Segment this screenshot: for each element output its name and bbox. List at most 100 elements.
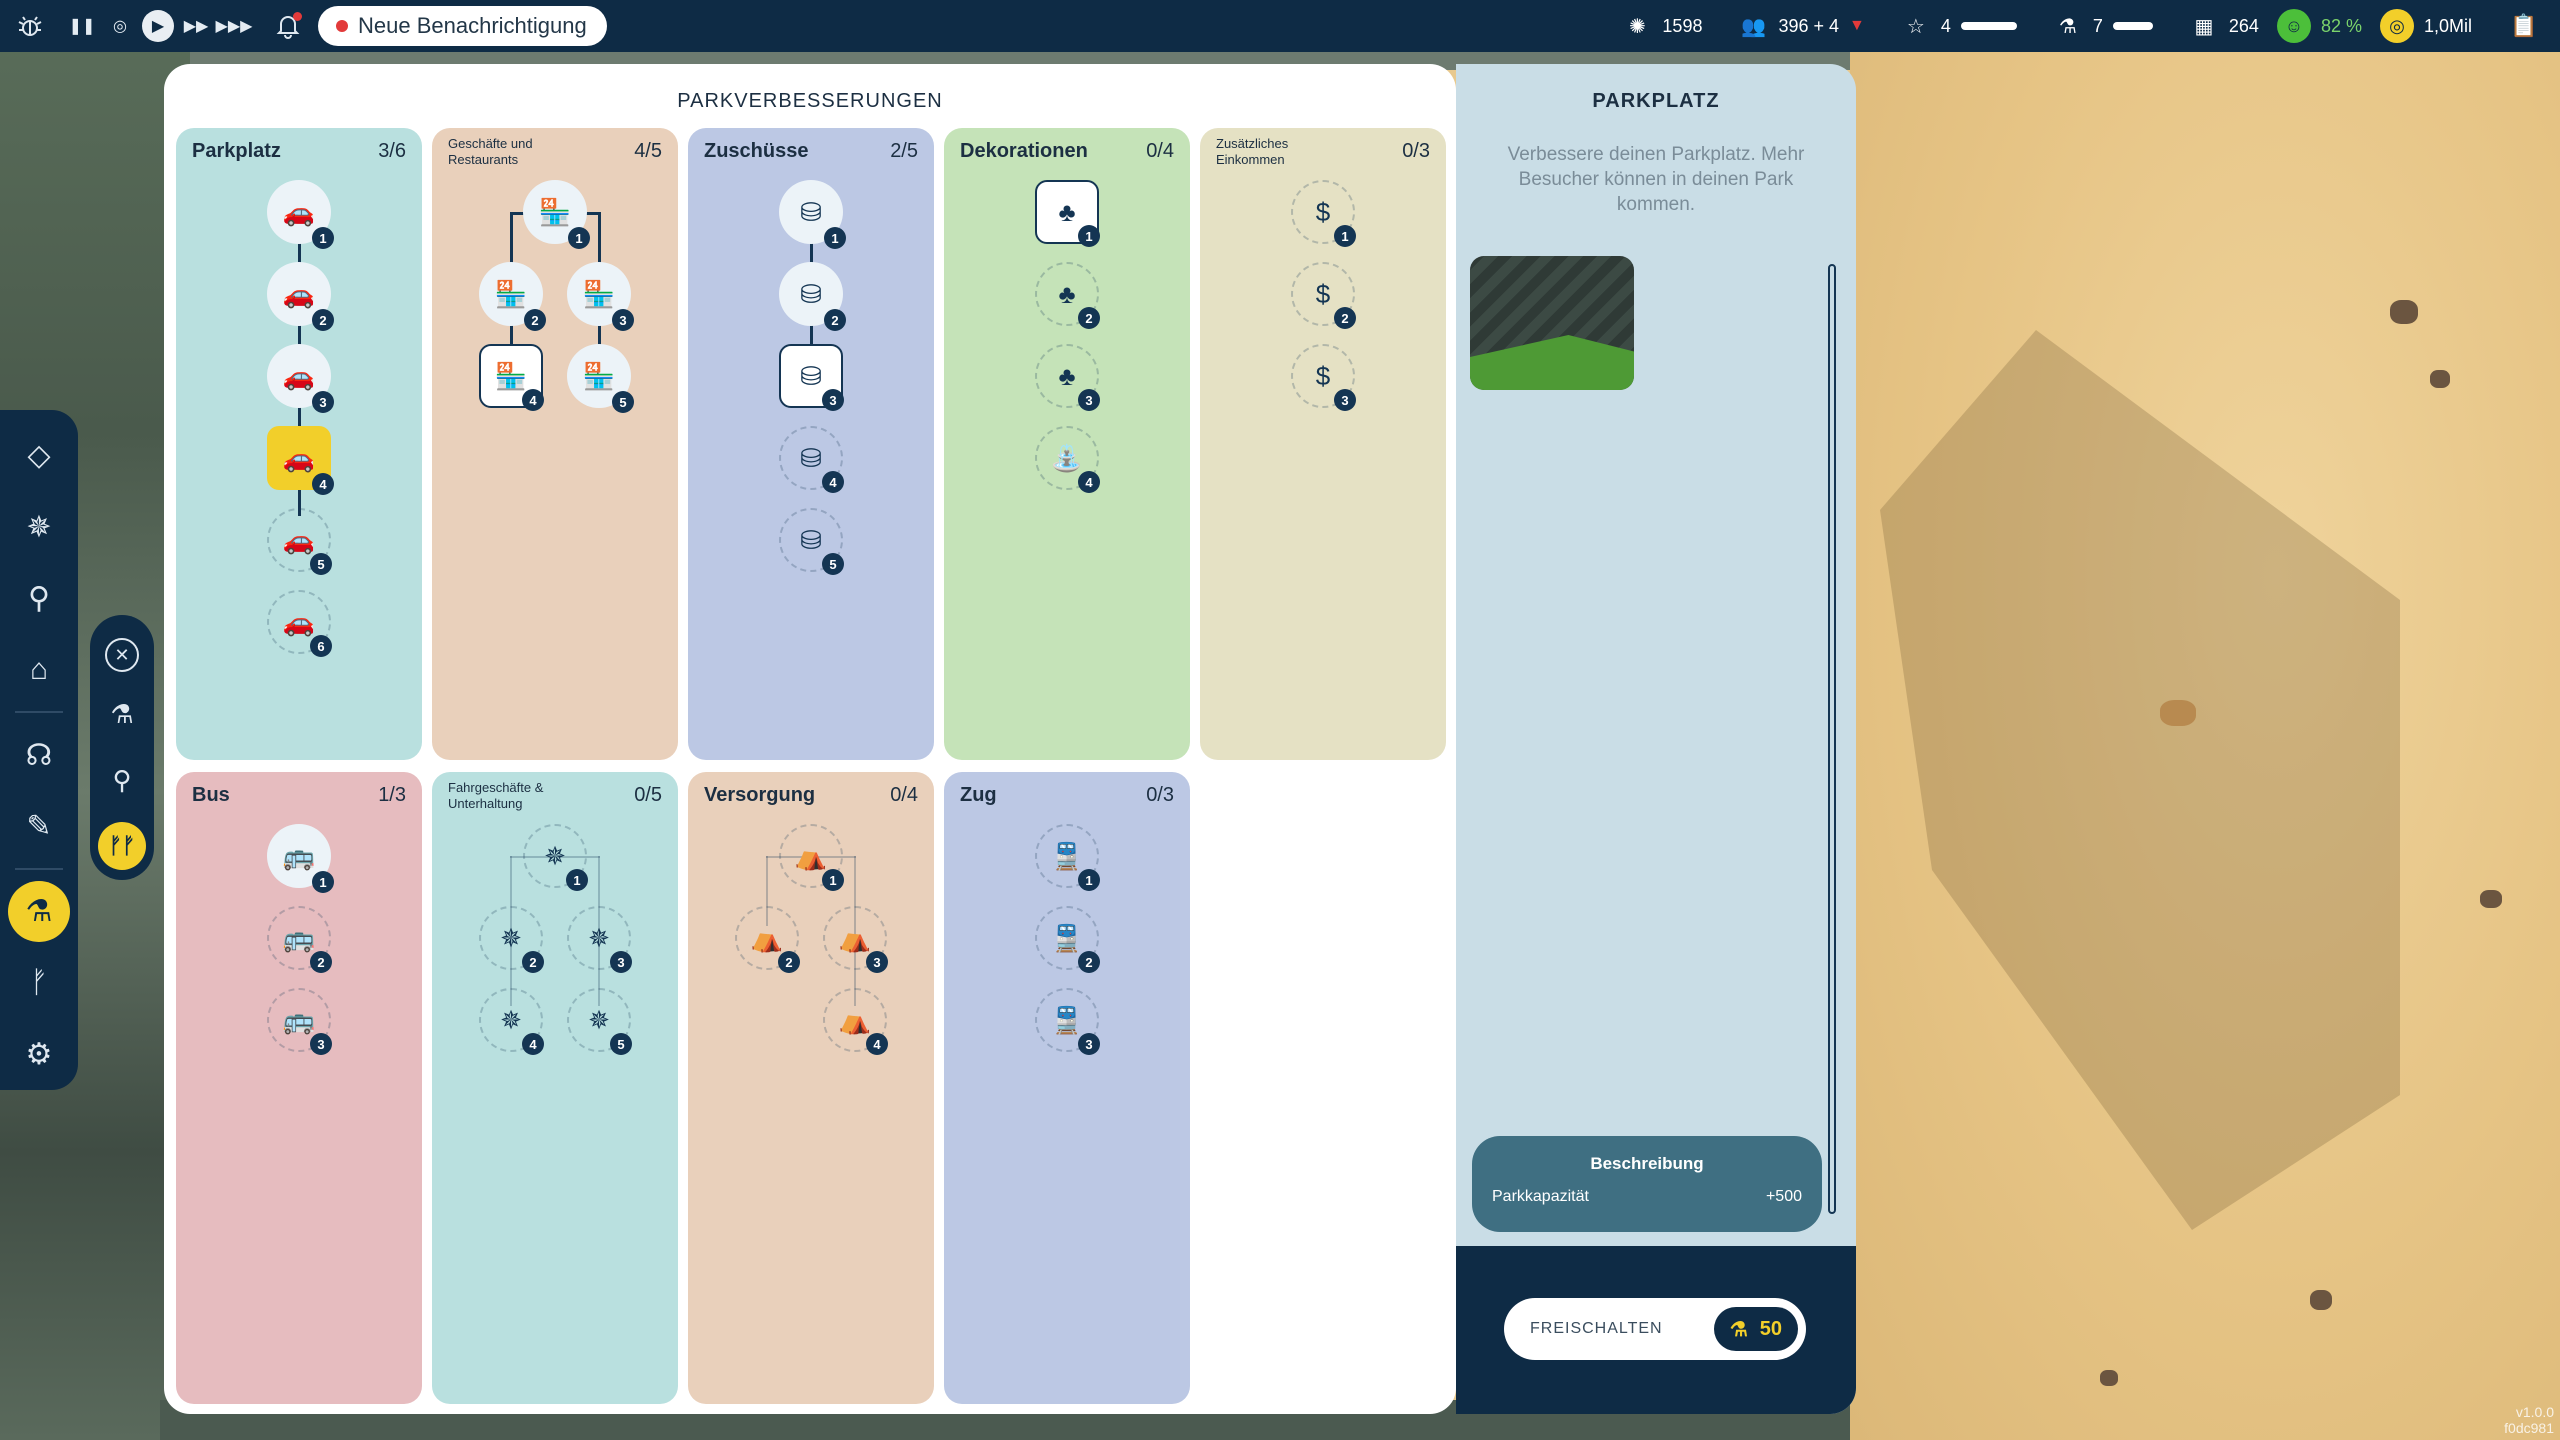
rating-progress-bar: [1960, 22, 2017, 30]
upgrade-node[interactable]: 🏪 4: [479, 344, 544, 411]
pause-button[interactable]: ❚❚: [66, 10, 98, 42]
column-title: Fahrgeschäfte & Unterhaltung: [448, 780, 544, 811]
stat-visitors[interactable]: 👥 396 + 4 ▼: [1738, 11, 1865, 41]
upgrade-node[interactable]: 🏪 2: [479, 262, 546, 331]
rides-icon[interactable]: ✵: [8, 496, 70, 557]
stat-rating[interactable]: ☆ 4: [1901, 11, 2017, 41]
upgrade-node[interactable]: 🚌 1: [267, 824, 334, 893]
research-value: 1598: [1662, 15, 1703, 36]
slow-speed-button[interactable]: ◎: [104, 10, 136, 42]
dollar-icon: $: [1315, 196, 1331, 227]
upgrade-node[interactable]: 🚗 2: [267, 262, 334, 331]
atom-icon: ✺: [1629, 15, 1646, 38]
smiley-icon: ☺: [2276, 9, 2311, 43]
notification-pill[interactable]: Neue Benachrichtigung: [318, 6, 607, 46]
settings-icon[interactable]: ⚙: [8, 1024, 70, 1085]
shops-icon[interactable]: ⌂: [8, 639, 70, 700]
upgrade-node[interactable]: ⛁ 2: [779, 262, 846, 331]
upgrade-node-locked[interactable]: $3: [1291, 344, 1356, 411]
ferris-wheel-icon: ✵: [500, 922, 522, 953]
column-count: 0/4: [890, 784, 918, 806]
upgrade-node[interactable]: 🏪 3: [567, 262, 634, 331]
flask-icon[interactable]: ⚗: [98, 690, 146, 738]
car-icon: 🚗: [282, 360, 316, 391]
decoration-icon[interactable]: ⚲: [8, 568, 70, 629]
column-bus: Bus 1/3 🚌 1 🚌 2 🚌 3: [176, 772, 422, 1404]
park-upgrades-icon[interactable]: ᚠ: [8, 952, 70, 1013]
car-icon: 🚗: [282, 196, 316, 227]
coins-icon: ⛁: [800, 442, 822, 473]
unlock-button[interactable]: FREISCHALTEN ⚗ 50: [1504, 1298, 1806, 1360]
upgrade-node-locked[interactable]: ⛺ 1: [779, 824, 844, 891]
upgrade-node-locked[interactable]: ✵ 2: [479, 906, 544, 973]
column-count: 0/4: [1146, 140, 1174, 162]
upgrade-node-locked[interactable]: 🚌 3: [267, 988, 332, 1055]
upgrade-node-locked[interactable]: $1: [1291, 180, 1356, 247]
day-value: 264: [2228, 15, 2259, 36]
upgrade-node-locked[interactable]: ⛺ 4: [823, 988, 888, 1055]
upgrade-node[interactable]: 🚗 1: [267, 180, 334, 249]
train-icon: 🚆: [1050, 1004, 1084, 1035]
upgrade-node-locked[interactable]: 🚆 1: [1035, 824, 1100, 891]
notification-bell-icon[interactable]: [272, 10, 304, 42]
bug-report-icon[interactable]: [14, 10, 46, 42]
upgrade-node-locked[interactable]: 🚗 5: [267, 508, 332, 575]
upgrade-node[interactable]: 🏪 1: [523, 180, 590, 249]
speed-controls: ❚❚ ◎ ▶ ▶▶ ▶▶▶: [66, 10, 253, 42]
flask-icon: ⚗: [2058, 15, 2077, 38]
paint-brush-icon[interactable]: ✎: [8, 796, 70, 857]
upgrade-node-locked[interactable]: 🚌 2: [267, 906, 332, 973]
column-count: 0/3: [1402, 140, 1430, 162]
tree-icon: ♣: [1058, 196, 1076, 227]
fast-speed-button[interactable]: ▶▶: [180, 10, 212, 42]
flask-icon: ⚗: [1729, 1318, 1748, 1341]
upgrade-node-locked[interactable]: ♣ 3: [1035, 344, 1100, 411]
upgrade-node-locked[interactable]: ⛺ 2: [735, 906, 800, 973]
stat-happiness[interactable]: ☺ 82 %: [2276, 9, 2362, 43]
unlock-cost-value: 50: [1759, 1317, 1782, 1340]
upgrade-node-locked[interactable]: 🚆 2: [1035, 906, 1100, 973]
upgrade-node-locked[interactable]: 🚆 3: [1035, 988, 1100, 1055]
research-icon[interactable]: ⚗: [8, 881, 70, 943]
close-icon[interactable]: ✕: [105, 638, 139, 672]
upgrade-node-locked[interactable]: ⛲ 4: [1035, 426, 1100, 493]
upgrade-node[interactable]: ⛁ 1: [779, 180, 846, 249]
stat-scientists[interactable]: ⚗ 7: [2053, 11, 2153, 41]
paths-icon[interactable]: ◇: [8, 425, 70, 486]
upgrade-node-locked[interactable]: ♣ 2: [1035, 262, 1100, 329]
clipboard-icon[interactable]: 📋: [2508, 10, 2540, 42]
top-bar: ❚❚ ◎ ▶ ▶▶ ▶▶▶ Neue Benachrichtigung ✺ 15…: [0, 0, 2560, 52]
stat-money[interactable]: ◎ 1,0Mil: [2379, 9, 2472, 43]
shop-icon: 🏪: [494, 360, 528, 391]
stat-research-points[interactable]: ✺ 1598: [1622, 11, 1702, 41]
parking-lot-preview-image: [1470, 256, 1634, 390]
upgrade-node[interactable]: ⛁ 3: [779, 344, 844, 411]
play-button[interactable]: ▶: [142, 10, 174, 42]
staff-icon[interactable]: ☊: [8, 724, 70, 785]
upgrade-node-locked[interactable]: $2: [1291, 262, 1356, 329]
coins-icon: ⛁: [800, 278, 822, 309]
upgrade-node-locked[interactable]: ⛺ 3: [823, 906, 888, 973]
scrollbar[interactable]: [1828, 264, 1836, 1214]
upgrade-node[interactable]: ♣ 1: [1035, 180, 1100, 247]
coins-icon: ◎: [2379, 9, 2414, 43]
upgrade-node-locked[interactable]: ⛁ 5: [779, 508, 844, 575]
upgrade-node[interactable]: 🚗 3: [267, 344, 334, 413]
coins-icon: ⛁: [800, 360, 822, 391]
upgrade-node[interactable]: 🏪 5: [567, 344, 634, 413]
upgrade-node-locked[interactable]: ✵ 4: [479, 988, 544, 1055]
upgrade-node-locked[interactable]: ✵ 5: [567, 988, 632, 1055]
upgrade-node-locked[interactable]: 🚗 6: [267, 590, 332, 657]
upgrade-node-selected[interactable]: 🚗 4: [267, 426, 334, 495]
park-upgrades-icon[interactable]: ᚠᚠ: [98, 822, 146, 870]
shop-icon: 🏪: [582, 278, 616, 309]
search-icon[interactable]: ⚲: [98, 756, 146, 804]
upgrade-node-locked[interactable]: ⛁ 4: [779, 426, 844, 493]
column-parkplatz: Parkplatz 3/6 🚗 1 🚗 2 🚗 3 🚗 4 🚗 5 🚗 6: [176, 128, 422, 760]
upgrade-node-locked[interactable]: ✵ 1: [523, 824, 588, 891]
fastest-speed-button[interactable]: ▶▶▶: [216, 10, 253, 42]
column-title: Zusätzliches Einkommen: [1216, 136, 1289, 167]
stat-day[interactable]: ▦ 264: [2189, 11, 2259, 41]
upgrade-node-locked[interactable]: ✵ 3: [567, 906, 632, 973]
stall-icon: ⛺: [794, 840, 828, 871]
